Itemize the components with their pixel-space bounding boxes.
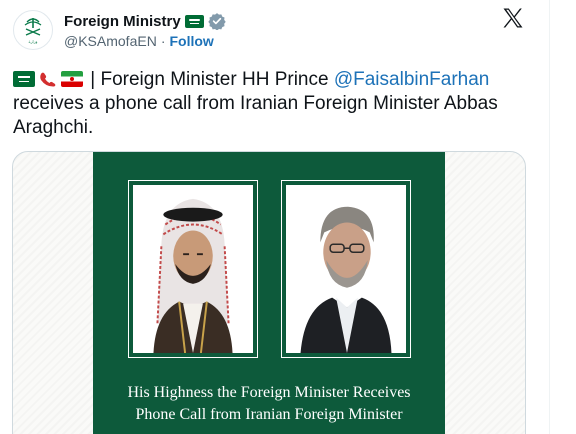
tweet-text-part-1: | Foreign Minister HH Prince	[85, 69, 334, 90]
follow-button[interactable]: Follow	[169, 33, 213, 49]
tweet-text-part-2: receives a phone call from Iranian Forei…	[13, 93, 498, 138]
ministry-emblem-icon: وزارة	[24, 18, 42, 44]
account-avatar[interactable]: وزارة	[13, 10, 53, 50]
caption-line-2: Phone Call from Iranian Foreign Minister	[135, 406, 403, 423]
separator-dot: ·	[160, 33, 166, 49]
saudi-flag-emoji	[13, 71, 35, 87]
media-caption: His Highness the Foreign Minister Receiv…	[93, 382, 445, 426]
portrait-iranian-minister-image	[286, 185, 406, 353]
photo-frame-saudi-minister	[128, 180, 258, 358]
account-handle[interactable]: @KSAmofaEN	[64, 33, 157, 49]
caption-line-1: His Highness the Foreign Minister Receiv…	[127, 384, 411, 401]
x-logo-icon[interactable]	[501, 6, 525, 30]
announcement-graphic: His Highness the Foreign Minister Receiv…	[93, 152, 445, 434]
svg-text:وزارة: وزارة	[28, 39, 37, 44]
photo-frame-iranian-minister	[281, 180, 411, 358]
iran-flag-emoji	[61, 71, 83, 87]
tweet-media-card[interactable]: His Highness the Foreign Minister Receiv…	[12, 151, 526, 434]
mention-link[interactable]: @FaisalbinFarhan	[334, 69, 490, 90]
portrait-saudi-minister-image	[133, 185, 253, 353]
portrait-iranian-minister	[286, 185, 406, 353]
telephone-emoji	[40, 72, 56, 87]
saudi-flag-icon	[184, 14, 204, 28]
account-name-row: Foreign Ministry	[64, 12, 226, 30]
account-display-name[interactable]: Foreign Ministry	[64, 13, 181, 30]
portrait-saudi-minister	[133, 185, 253, 353]
verified-badge-icon[interactable]	[207, 12, 226, 30]
account-handle-row: @KSAmofaEN · Follow	[64, 33, 214, 49]
tweet-body: | Foreign Minister HH Prince @FaisalbinF…	[13, 68, 538, 140]
